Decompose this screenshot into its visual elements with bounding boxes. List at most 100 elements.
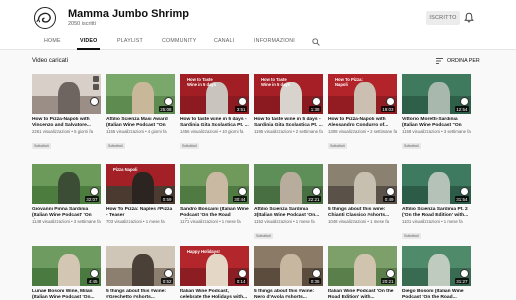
- thumbnail-subject: [428, 254, 451, 286]
- channel-logo-badge: [460, 269, 469, 278]
- video-card[interactable]: 32:07 Giovanni Pinna Sardinia (Italian Wi…: [32, 164, 101, 224]
- video-thumbnail[interactable]: How To Pizza: Napoli 19:03: [328, 74, 397, 114]
- video-thumbnail[interactable]: Pizza Napoli 0:59: [106, 164, 175, 204]
- video-duration: 31:54: [454, 196, 469, 202]
- video-meta: 1456 visualizzazioni • 10 giorni fa: [180, 129, 244, 134]
- tab-playlist[interactable]: PLAYLIST: [117, 38, 143, 49]
- video-card[interactable]: 4:45 Lunae Bosoni Wine, Milan (Italian Wi…: [32, 246, 101, 300]
- bell-icon[interactable]: [464, 12, 474, 23]
- video-thumbnail[interactable]: 22:21: [254, 164, 323, 204]
- video-thumbnail[interactable]: 32:07: [32, 164, 101, 204]
- video-card[interactable]: 0:49 5 things about this wine: Chianti Cl…: [328, 164, 397, 224]
- tab-community[interactable]: COMMUNITY: [162, 38, 196, 49]
- queue-icon[interactable]: [93, 84, 99, 90]
- video-thumbnail[interactable]: How to Taste Wine in 5 days 3:51: [180, 74, 249, 114]
- video-title[interactable]: How to Pizza-Napoli with Vincenzo and Sa…: [32, 117, 101, 129]
- thumbnail-subject: [132, 172, 155, 204]
- channel-logo-badge: [460, 187, 469, 196]
- video-title[interactable]: Lunae Bosoni Wine, Milan (Italian Wine P…: [32, 289, 101, 300]
- video-title[interactable]: 5 things about this #wine: #Grechetto #s…: [106, 289, 175, 300]
- video-thumbnail[interactable]: 0:49: [328, 164, 397, 204]
- channel-logo-badge: [460, 97, 469, 106]
- video-duration: 22:21: [306, 196, 321, 202]
- video-title[interactable]: How to taste wine in 5 days - Sardinia G…: [254, 117, 323, 129]
- thumbnail-subject: [428, 82, 451, 114]
- video-card[interactable]: How to Taste Wine in 5 days 3:51 How to ta…: [180, 74, 249, 152]
- channel-logo-badge: [238, 269, 247, 278]
- video-card[interactable]: 12:54 Vittorio Moretti-Sardinia (Italian …: [402, 74, 471, 152]
- video-title[interactable]: Diego Bosoni (Italian Wine Podcast 'On t…: [402, 289, 471, 300]
- video-thumbnail[interactable]: 20:21: [328, 246, 397, 286]
- video-title[interactable]: 5 things about this wine: Chianti Classi…: [328, 207, 397, 219]
- subtitles-badge: Sottotitoli: [180, 143, 199, 150]
- thumbnail-subject: [280, 254, 303, 286]
- video-title[interactable]: How To Pizza: Naples #Pizza - Teaser: [106, 207, 175, 219]
- video-card[interactable]: Pizza Napoli 0:59 How To Pizza: Naples #Pi…: [106, 164, 175, 224]
- video-thumbnail[interactable]: 0:52: [106, 246, 175, 286]
- video-title[interactable]: Italian Wine Podcast, celebrate the Holi…: [180, 289, 249, 300]
- tab-video[interactable]: VIDEO: [76, 38, 102, 50]
- video-card[interactable]: How To Pizza: Napoli 19:03 How to Pizza-Na…: [328, 74, 397, 152]
- video-title[interactable]: Vittorio Moretti-Sardinia (Italian Wine …: [402, 117, 471, 129]
- subscribed-button[interactable]: ISCRITTO: [426, 11, 460, 25]
- video-card[interactable]: 20:21 Italian Wine Podcast 'On the Road E…: [328, 246, 397, 300]
- video-title[interactable]: 5 things about this #wine: Nero d'Avola …: [254, 289, 323, 300]
- thumbnail-subject: [58, 172, 81, 204]
- video-meta: 1155 visualizzazioni • 4 giorni fa: [106, 129, 167, 134]
- clock-icon[interactable]: [93, 76, 99, 82]
- video-duration: 3:51: [235, 106, 247, 112]
- video-thumbnail[interactable]: [32, 74, 101, 114]
- subtitles-badge: Sottotitoli: [254, 233, 273, 240]
- video-card[interactable]: 0:52 5 things about this #wine: #Grechett…: [106, 246, 175, 300]
- video-card[interactable]: Happy Holidays! 0:14 Italian Wine Podcast,…: [180, 246, 249, 300]
- video-title[interactable]: How to taste wine in 5 days - Sardinia G…: [180, 117, 249, 129]
- tab-informazioni[interactable]: INFORMAZIONI: [254, 38, 295, 49]
- video-card[interactable]: How to Taste Wine in 5 days 1:38 How to ta…: [254, 74, 323, 134]
- channel-logo-badge: [90, 97, 99, 106]
- channel-tabs: HOME VIDEO PLAYLIST COMMUNITY CANALI INF…: [0, 36, 516, 50]
- video-card[interactable]: 31:27 Diego Bosoni (Italian Wine Podcast …: [402, 246, 471, 300]
- video-thumbnail[interactable]: 0:35: [254, 246, 323, 286]
- video-duration: 0:52: [161, 278, 173, 284]
- video-title[interactable]: Attilio Scienza Masi Award (Italian Wine…: [106, 117, 175, 129]
- video-thumbnail[interactable]: Happy Holidays! 0:14: [180, 246, 249, 286]
- sort-icon: [436, 58, 443, 64]
- video-thumbnail[interactable]: How to Taste Wine in 5 days 1:38: [254, 74, 323, 114]
- video-thumbnail[interactable]: 31:54: [402, 164, 471, 204]
- channel-logo-badge: [386, 187, 395, 196]
- video-card[interactable]: 22:21 Attilio Scienza Sardinia 3(Italian …: [254, 164, 323, 242]
- tab-canali[interactable]: CANALI: [214, 38, 234, 49]
- video-card[interactable]: 31:54 Attilio Scienza Sardinia Pt. 2 ('On…: [402, 164, 471, 242]
- video-meta: 703 visualizzazioni • 1 mese fa: [106, 219, 165, 224]
- video-thumbnail[interactable]: 25:08: [106, 74, 175, 114]
- video-thumbnail[interactable]: 12:54: [402, 74, 471, 114]
- shrimp-logo-icon: [36, 12, 51, 23]
- video-title[interactable]: Italian Wine Podcast 'On the Road Editio…: [328, 289, 397, 300]
- video-card[interactable]: 30:44 Sandro Boscaini (Italian Wine Podca…: [180, 164, 249, 224]
- channel-logo-badge: [386, 97, 395, 106]
- sort-label: ORDINA PER: [447, 58, 480, 64]
- video-thumbnail[interactable]: 30:44: [180, 164, 249, 204]
- video-card[interactable]: 25:08 Attilio Scienza Masi Award (Italian…: [106, 74, 175, 152]
- sort-button[interactable]: ORDINA PER: [436, 57, 480, 65]
- channel-avatar[interactable]: [34, 7, 56, 29]
- video-thumbnail[interactable]: 4:45: [32, 246, 101, 286]
- thumbnail-title: Happy Holidays!: [187, 249, 220, 254]
- channel-logo-badge: [386, 269, 395, 278]
- video-card[interactable]: How to Pizza-Napoli with Vincenzo and Sa…: [32, 74, 101, 152]
- channel-logo-badge: [90, 269, 99, 278]
- tab-home[interactable]: HOME: [44, 38, 61, 49]
- subtitles-badge: Sottotitoli: [32, 143, 51, 150]
- video-title[interactable]: Attilio Scienza Sardinia Pt. 2 ('On the …: [402, 207, 471, 219]
- video-meta: 1101 visualizzazioni • 1 mese fa: [402, 219, 463, 224]
- video-thumbnail[interactable]: 31:27: [402, 246, 471, 286]
- video-duration: 4:45: [87, 278, 99, 284]
- video-title[interactable]: Attilio Scienza Sardinia 3(Italian Wine …: [254, 207, 323, 219]
- video-title[interactable]: How to Pizza-Napoli with Alessandro Cond…: [328, 117, 397, 129]
- video-title[interactable]: Giovanni Pinna Sardinia (Italian Wine Po…: [32, 207, 101, 219]
- video-card[interactable]: 0:35 5 things about this #wine: Nero d'Av…: [254, 246, 323, 300]
- channel-page: Mamma Jumbo Shrimp 2050 iscritti ISCRITT…: [0, 0, 516, 300]
- thumbnail-subject: [206, 254, 229, 286]
- video-title[interactable]: Sandro Boscaini (Italian Wine Podcast 'O…: [180, 207, 249, 219]
- search-icon[interactable]: [312, 38, 320, 46]
